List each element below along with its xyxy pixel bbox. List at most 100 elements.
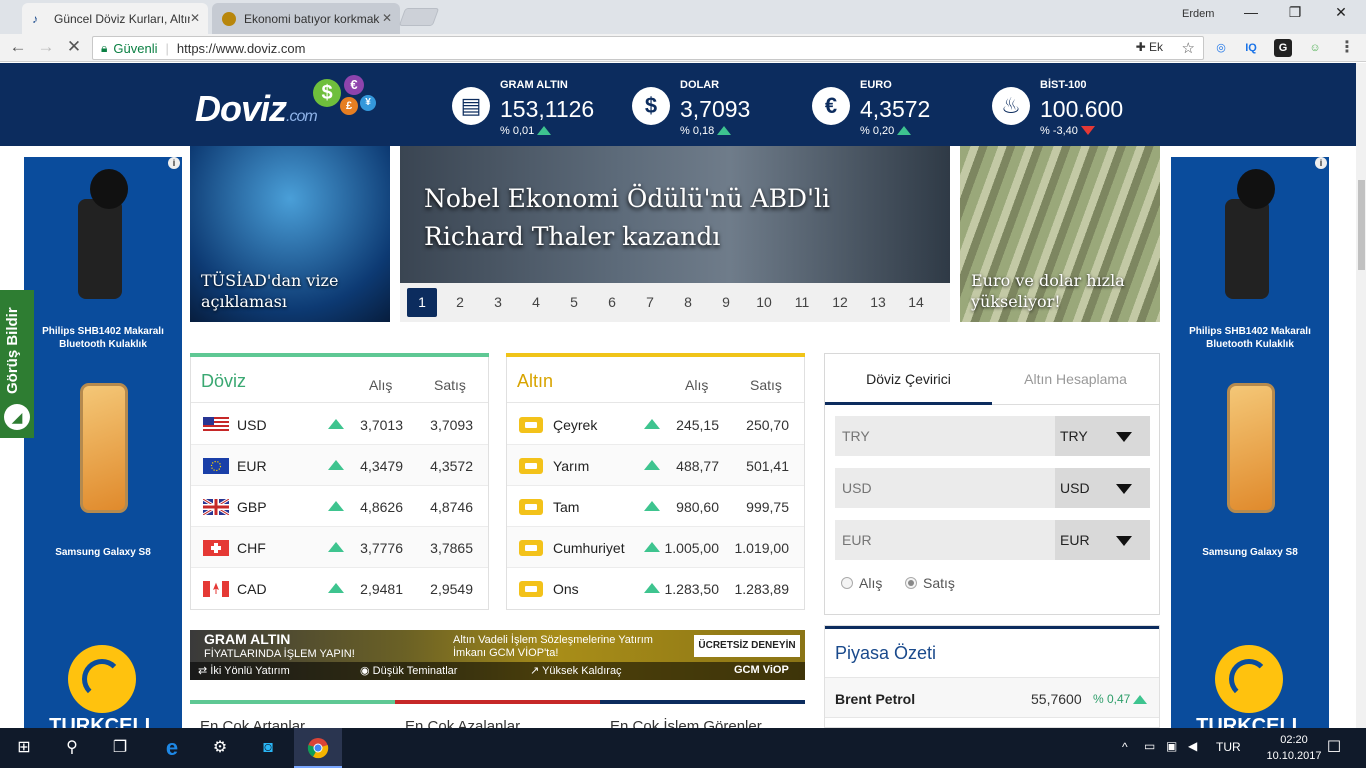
minimize-icon[interactable]: —	[1228, 4, 1274, 20]
new-tab-button[interactable]	[398, 8, 440, 26]
pager-page-12[interactable]: 12	[825, 288, 855, 317]
pager-page-6[interactable]: 6	[597, 288, 627, 317]
pager-page-8[interactable]: 8	[673, 288, 703, 317]
tray-chevron-up-icon[interactable]: ^	[1122, 740, 1128, 754]
ad-info-icon[interactable]: i	[1315, 157, 1327, 169]
gcm-logo: GCM ViOP	[734, 664, 789, 676]
back-arrow-icon[interactable]: ←	[6, 37, 30, 57]
page-scrollbar[interactable]	[1356, 63, 1366, 728]
tab-doviz-cevirici[interactable]: Döviz Çevirici	[825, 354, 992, 405]
close-window-icon[interactable]: ✕	[1318, 4, 1364, 21]
pager-page-7[interactable]: 7	[635, 288, 665, 317]
network-icon[interactable]: ▣	[1166, 739, 1177, 753]
feedback-tab[interactable]: Görüş Bildir ◢	[0, 290, 34, 438]
gold-row-cumhuriyet[interactable]: Cumhuriyet 1.005,00 1.019,00	[507, 527, 804, 568]
header-rate-euro[interactable]: € EURO 4,3572 % 0,20	[812, 63, 982, 146]
gold-row-ceyrek[interactable]: Çeyrek 245,15 250,70	[507, 404, 804, 445]
notifications-icon[interactable]: ☐	[1310, 728, 1358, 768]
search-icon[interactable]: ⚲	[48, 728, 96, 768]
doviz-favicon-icon: ♪	[32, 11, 38, 26]
ad-info-icon[interactable]: i	[168, 157, 180, 169]
battery-icon[interactable]: ▭	[1144, 739, 1155, 753]
volume-icon[interactable]: ◀	[1188, 739, 1197, 753]
pager-page-5[interactable]: 5	[559, 288, 589, 317]
browser-tab-doviz[interactable]: ♪ Güncel Döviz Kurları, Altın ✕	[22, 3, 208, 34]
left-side-ad[interactable]: i Philips SHB1402 Makaralı Bluetooth Kul…	[24, 157, 182, 728]
pager-page-10[interactable]: 10	[749, 288, 779, 317]
chrome-icon[interactable]	[294, 728, 342, 768]
try-amount-input[interactable]	[835, 416, 1055, 456]
currency-row-usd[interactable]: USD 3,7013 3,7093	[191, 404, 488, 445]
gcm-viop-banner[interactable]: GRAM ALTIN FİYATLARINDA İŞLEM YAPIN! Alt…	[190, 630, 805, 680]
gold-row-tam[interactable]: Tam 980,60 999,75	[507, 486, 804, 527]
try-currency-select[interactable]: TRY	[1055, 416, 1150, 456]
header-rate-dolar[interactable]: $ DOLAR 3,7093 % 0,18	[632, 63, 802, 146]
browser-tab-ekonomi[interactable]: Ekonomi batıyor korkmak ✕	[212, 3, 400, 34]
header-rate-gram-altin[interactable]: ▤ GRAM ALTIN 153,1126 % 0,01	[452, 63, 622, 146]
windows-start-icon[interactable]: ⊞	[0, 728, 48, 768]
pager-page-13[interactable]: 13	[863, 288, 893, 317]
ad-phone-text: Samsung Galaxy S8	[55, 547, 151, 558]
pager-page-2[interactable]: 2	[445, 288, 475, 317]
megaphone-icon: ◢	[4, 404, 30, 430]
camera-app-icon[interactable]: ◙	[244, 728, 292, 768]
yen-coin-icon: ¥	[360, 95, 376, 111]
header-rate-bist100[interactable]: ♨ BİST-100 100.600 % -3,40	[992, 63, 1162, 146]
browser-tabstrip: ♪ Güncel Döviz Kurları, Altın ✕ Ekonomi …	[0, 0, 1366, 34]
buy-header: Alış	[369, 377, 393, 393]
extension-iq-icon[interactable]: IQ	[1242, 39, 1260, 57]
profile-name[interactable]: Erdem	[1182, 8, 1214, 20]
tab-altin-hesaplama[interactable]: Altın Hesaplama	[992, 354, 1159, 405]
extension-g-icon[interactable]: G	[1274, 39, 1292, 57]
usd-currency-select[interactable]: USD	[1055, 468, 1150, 508]
news-card-left[interactable]: TÜSİAD'dan vize açıklaması	[190, 146, 390, 322]
right-side-ad[interactable]: i Philips SHB1402 Makaralı Bluetooth Kul…	[1171, 157, 1329, 728]
edge-icon[interactable]: e	[148, 728, 196, 768]
close-tab-icon[interactable]: ✕	[382, 11, 392, 25]
market-row-brent[interactable]: Brent Petrol 55,7600 % 0,47	[825, 677, 1159, 718]
task-view-icon[interactable]: ❐	[96, 728, 144, 768]
bookmark-star-icon[interactable]: ☆	[1182, 39, 1195, 57]
currency-row-chf[interactable]: CHF 3,7776 3,7865	[191, 527, 488, 568]
pager-page-3[interactable]: 3	[483, 288, 513, 317]
menu-dots-icon[interactable]: ⋮	[1338, 39, 1356, 57]
stop-loading-icon[interactable]: ✕	[62, 37, 86, 57]
currency-row-gbp[interactable]: GBP 4,8626 4,8746	[191, 486, 488, 527]
headset-image	[68, 169, 138, 304]
gold-row-yarim[interactable]: Yarım 488,77 501,41	[507, 445, 804, 486]
pager-page-11[interactable]: 11	[787, 288, 817, 317]
pager-page-14[interactable]: 14	[901, 288, 931, 317]
news-card-right[interactable]: Euro ve dolar hızla yükseliyor!	[960, 146, 1160, 322]
scrollbar-thumb[interactable]	[1358, 180, 1365, 270]
eur-currency-select[interactable]: EUR	[1055, 520, 1150, 560]
currency-row-cad[interactable]: CAD 2,9481 2,9549	[191, 568, 488, 609]
news-main-slide[interactable]: Nobel Ekonomi Ödülü'nü ABD'li Richard Th…	[400, 146, 950, 283]
address-bar[interactable]: 🔒︎ Güvenli | https://www.doviz.com ✚ Ek …	[92, 36, 1204, 60]
usd-amount-input[interactable]	[835, 468, 1055, 508]
market-summary-title: Piyasa Özeti	[835, 643, 937, 663]
pager-page-4[interactable]: 4	[521, 288, 551, 317]
radio-satis[interactable]: Satış	[905, 575, 955, 591]
extension-puzzle-icon[interactable]: ✚ Ek	[1136, 40, 1163, 54]
maximize-icon[interactable]: ❐	[1272, 4, 1318, 21]
radio-alis[interactable]: Alış	[841, 575, 882, 591]
currency-row-eur[interactable]: EUR 4,3479 4,3572	[191, 445, 488, 486]
eur-amount-input[interactable]	[835, 520, 1055, 560]
doviz-logo[interactable]: Doviz.com	[195, 88, 318, 130]
extension-android-icon[interactable]: ☺	[1306, 39, 1324, 57]
pager-page-1[interactable]: 1	[407, 288, 437, 317]
arrows-icon: ⇄	[198, 665, 208, 677]
forward-arrow-icon[interactable]: →	[34, 37, 58, 57]
ad-brand: TURKCELL	[49, 715, 157, 728]
gold-table-title: Altın	[517, 371, 554, 391]
extension-wave-icon[interactable]: ◎	[1212, 39, 1230, 57]
dollar-icon: $	[632, 87, 670, 125]
close-tab-icon[interactable]: ✕	[190, 11, 200, 25]
pager-page-9[interactable]: 9	[711, 288, 741, 317]
gold-row-ons[interactable]: Ons 1.283,50 1.283,89	[507, 568, 804, 609]
flame-icon: ♨	[992, 87, 1030, 125]
tab-title: Güncel Döviz Kurları, Altın	[54, 11, 190, 26]
language-indicator[interactable]: TUR	[1216, 740, 1241, 754]
free-trial-button[interactable]: ÜCRETSİZ DENEYİN	[694, 635, 800, 657]
steam-icon[interactable]: ⚙	[196, 728, 244, 768]
